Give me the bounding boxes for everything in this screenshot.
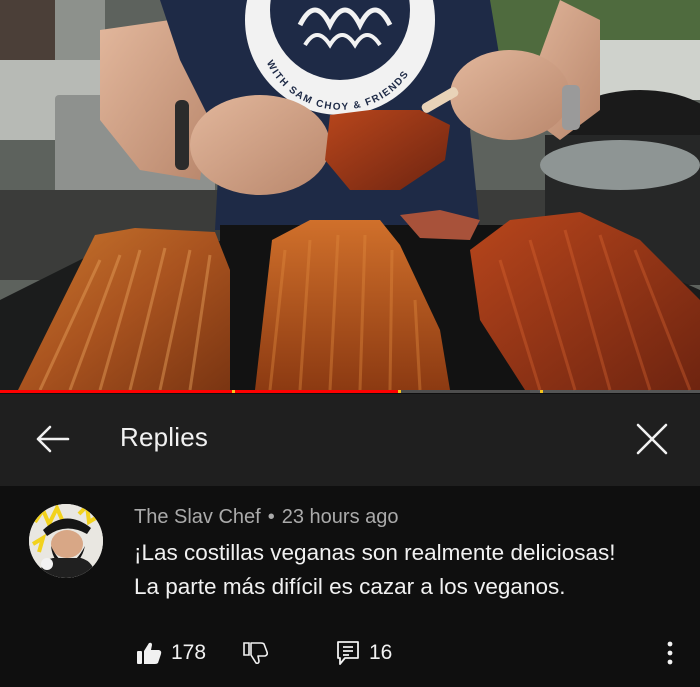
avatar[interactable] bbox=[29, 504, 103, 578]
header-title: Replies bbox=[120, 422, 209, 452]
comment-actions: 178 16 bbox=[0, 636, 700, 670]
arrow-left-icon bbox=[36, 425, 70, 453]
thumbs-up-icon bbox=[137, 642, 162, 664]
video-thumbnail-illustration: WITH SAM CHOY & FRIENDS bbox=[0, 0, 700, 393]
replies-header: Replies bbox=[0, 394, 700, 486]
comment-text-line: La parte más difícil es cazar a los vega… bbox=[134, 574, 566, 599]
dislike-button[interactable] bbox=[242, 636, 268, 670]
thumbs-down-icon bbox=[243, 642, 268, 665]
video-progress-bar[interactable] bbox=[0, 390, 700, 393]
more-options-button[interactable] bbox=[658, 636, 682, 670]
like-button[interactable]: 178 bbox=[136, 636, 206, 670]
like-count: 178 bbox=[171, 641, 207, 664]
reply-count: 16 bbox=[369, 641, 393, 664]
back-button[interactable] bbox=[26, 416, 78, 462]
close-button[interactable] bbox=[626, 414, 678, 464]
chapter-markers bbox=[0, 390, 700, 393]
comment-meta: The Slav Chef • 23 hours ago bbox=[134, 506, 399, 529]
comment-timestamp: 23 hours ago bbox=[281, 506, 399, 528]
comment-author[interactable]: The Slav Chef bbox=[134, 506, 261, 528]
comment-text-line: ¡Las costillas veganas son realmente del… bbox=[134, 540, 616, 565]
chef-avatar-illustration bbox=[29, 504, 103, 578]
reply-button[interactable]: 16 bbox=[336, 636, 392, 670]
more-vert-icon bbox=[667, 641, 673, 665]
video-frame[interactable]: WITH SAM CHOY & FRIENDS bbox=[0, 0, 700, 393]
close-icon bbox=[636, 423, 668, 455]
comment-item: The Slav Chef • 23 hours ago ¡Las costilla… bbox=[0, 486, 700, 687]
comment-text: ¡Las costillas veganas son realmente del… bbox=[134, 536, 674, 604]
meta-separator: • bbox=[267, 506, 275, 528]
comment-reply-icon bbox=[337, 641, 359, 665]
